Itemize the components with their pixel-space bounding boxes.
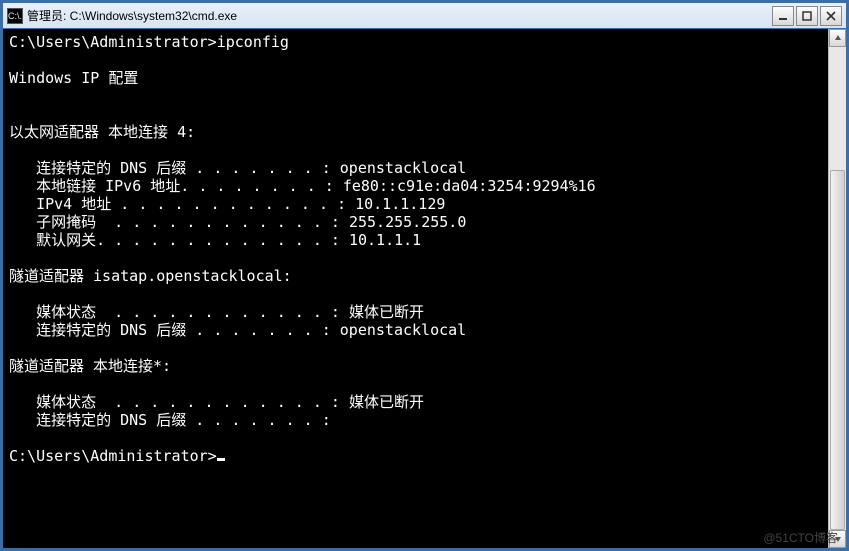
app-icon-glyph: C:\. [8, 11, 22, 21]
app-icon: C:\. [7, 8, 23, 24]
adapter-title: 隧道适配器 isatap.openstacklocal: [9, 267, 292, 285]
ipconfig-header: Windows IP 配置 [9, 69, 138, 87]
field-label: 连接特定的 DNS 后缀 . . . . . . . : [9, 159, 340, 177]
field-value: 10.1.1.129 [355, 195, 445, 213]
field-value: openstacklocal [340, 159, 466, 177]
adapter-title: 隧道适配器 本地连接*: [9, 357, 171, 375]
field-label: 媒体状态 . . . . . . . . . . . . : [9, 303, 349, 321]
vertical-scrollbar[interactable] [828, 29, 846, 548]
titlebar[interactable]: C:\. 管理员: C:\Windows\system32\cmd.exe [3, 3, 846, 29]
scrollbar-thumb[interactable] [830, 170, 845, 530]
field-label: 子网掩码 . . . . . . . . . . . . : [9, 213, 349, 231]
prompt: C:\Users\Administrator> [9, 33, 217, 51]
scroll-up-button[interactable] [829, 29, 846, 47]
field-label: 连接特定的 DNS 后缀 . . . . . . . : [9, 321, 340, 339]
terminal-area: C:\Users\Administrator>ipconfig Windows … [3, 29, 846, 548]
prompt: C:\Users\Administrator> [9, 447, 217, 465]
window-buttons [772, 6, 842, 26]
window-title: 管理员: C:\Windows\system32\cmd.exe [27, 7, 772, 24]
field-label: 媒体状态 . . . . . . . . . . . . : [9, 393, 349, 411]
field-value: 媒体已断开 [349, 393, 424, 411]
field-value: fe80::c91e:da04:3254:9294%16 [343, 177, 596, 195]
adapter-title: 以太网适配器 本地连接 4: [9, 123, 195, 141]
cursor [217, 458, 225, 461]
field-label: 默认网关. . . . . . . . . . . . . : [9, 231, 349, 249]
terminal-output[interactable]: C:\Users\Administrator>ipconfig Windows … [3, 29, 828, 548]
scroll-down-button[interactable] [829, 530, 846, 548]
field-label: 连接特定的 DNS 后缀 . . . . . . . : [9, 411, 331, 429]
field-value: 媒体已断开 [349, 303, 424, 321]
cmd-window: C:\. 管理员: C:\Windows\system32\cmd.exe C:… [0, 0, 849, 551]
field-value: openstacklocal [340, 321, 466, 339]
scrollbar-track[interactable] [829, 47, 846, 530]
field-label: 本地链接 IPv6 地址. . . . . . . . : [9, 177, 343, 195]
field-value: 255.255.255.0 [349, 213, 466, 231]
minimize-button[interactable] [772, 6, 794, 26]
field-label: IPv4 地址 . . . . . . . . . . . . : [9, 195, 355, 213]
close-button[interactable] [820, 6, 842, 26]
command-text: ipconfig [217, 33, 289, 51]
maximize-button[interactable] [796, 6, 818, 26]
field-value: 10.1.1.1 [349, 231, 421, 249]
